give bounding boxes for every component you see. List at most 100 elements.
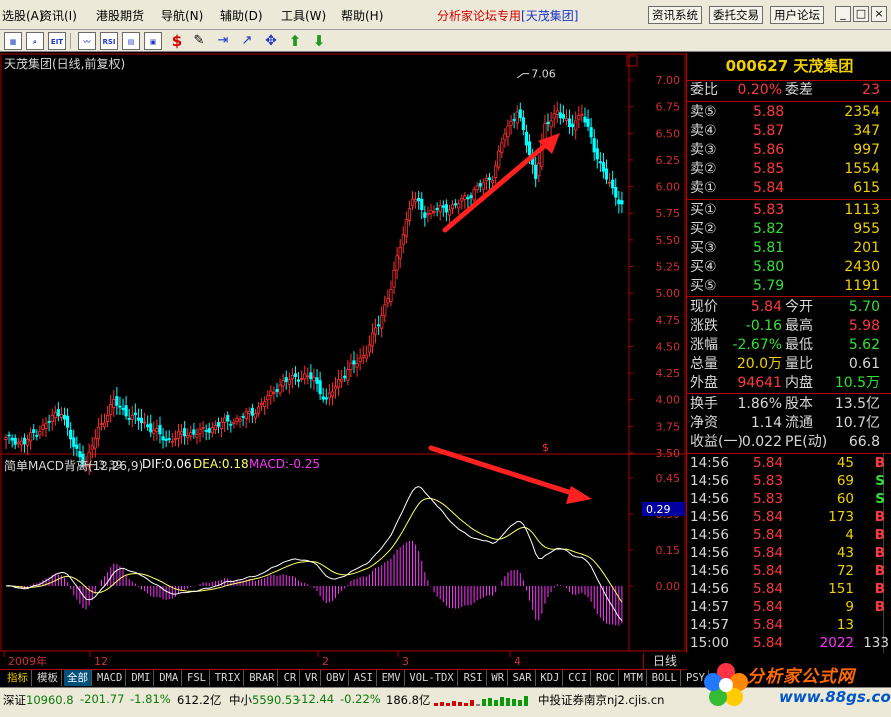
tab-vol-tdx[interactable]: VOL-TDX xyxy=(406,670,458,686)
tab-sar[interactable]: SAR xyxy=(510,670,536,686)
candle-body xyxy=(164,438,168,441)
fundamental-label: 换手 xyxy=(690,396,718,412)
candle-body xyxy=(509,120,513,126)
tab-trix[interactable]: TRIX xyxy=(212,670,245,686)
candle-body xyxy=(213,425,218,431)
candle-body xyxy=(155,427,159,432)
stat-value: 5.62 xyxy=(848,337,880,353)
tab-cci[interactable]: CCI xyxy=(565,670,592,686)
candle-body xyxy=(546,121,550,125)
bid-volume: 2430 xyxy=(844,259,880,275)
tab-dmi[interactable]: DMI xyxy=(128,670,155,686)
candle-body xyxy=(420,198,424,211)
candle-body xyxy=(441,205,445,208)
trade-button[interactable]: 委托交易 xyxy=(709,6,763,24)
candle-body xyxy=(59,414,64,418)
candle-body xyxy=(429,209,433,215)
minimize-button[interactable]: _ xyxy=(835,6,851,22)
menu-navigate[interactable]: 导航(N) xyxy=(161,7,203,24)
window-icon[interactable]: ▣ xyxy=(144,32,162,50)
tab-boll[interactable]: BOLL xyxy=(649,670,681,686)
kline-chart[interactable]: 7.00 6.75 6.50 6.25 6.00 5.75 5.50 5.25 5.00 4.75… xyxy=(0,53,686,669)
chart-icon[interactable]: ▦ xyxy=(4,32,22,50)
ask-row: 卖④ 5.87 347 xyxy=(687,122,891,141)
zoom-icon[interactable]: ⌕ xyxy=(26,32,44,50)
tab-全部[interactable]: 全部 xyxy=(64,670,92,686)
tab-vr[interactable]: VR xyxy=(302,670,322,686)
candle-body xyxy=(340,378,344,382)
tick-list[interactable]: 14:56 5.84 45 B 14:56 5.83 69 S 14:56 5.83 60 S 14:5… xyxy=(686,453,891,653)
breadth-bar xyxy=(494,700,498,706)
candle-body xyxy=(247,410,251,414)
menu-news[interactable]: 资讯(I) xyxy=(40,7,77,24)
macd-axis-label: 0.45 xyxy=(656,472,681,485)
menu-tools[interactable]: 工具(W) xyxy=(281,7,326,24)
menu-help[interactable]: 帮助(H) xyxy=(341,7,383,24)
move-icon[interactable]: ✥ xyxy=(262,32,280,50)
menu-hk-futures[interactable]: 港股期货 xyxy=(96,7,144,24)
tab-brar[interactable]: BRAR xyxy=(246,670,279,686)
close-button[interactable]: × xyxy=(871,6,887,22)
macd-axis-label: 0.00 xyxy=(656,580,681,593)
trend-arrow-up xyxy=(442,140,551,233)
fundamental-label: PE(动) xyxy=(785,434,828,450)
tab-asi[interactable]: ASI xyxy=(351,670,377,686)
candle-body xyxy=(229,423,233,426)
candle-body xyxy=(595,148,599,160)
import-icon[interactable]: ⇥ xyxy=(214,32,232,50)
tab-macd[interactable]: MACD xyxy=(94,670,127,686)
price-axis-label: 6.50 xyxy=(656,127,681,140)
user-forum-button[interactable]: 用户论坛 xyxy=(770,6,824,24)
tab-dma[interactable]: DMA xyxy=(156,670,183,686)
menu-assist[interactable]: 辅助(D) xyxy=(220,7,263,24)
day-period-button[interactable]: 日线 xyxy=(643,653,686,669)
tool-icon[interactable]: ✎ xyxy=(190,32,208,50)
bid-row: 买① 5.83 1113 xyxy=(687,201,891,220)
candle-body xyxy=(475,185,479,191)
chart-area[interactable]: 7.00 6.75 6.50 6.25 6.00 5.75 5.50 5.25 5.00 4.75… xyxy=(0,53,686,668)
tab-kdj[interactable]: KDJ xyxy=(537,670,564,686)
candle-body xyxy=(487,177,492,181)
tab-fsl[interactable]: FSL xyxy=(184,670,210,686)
arrow-up-icon[interactable]: ⬆ xyxy=(286,32,304,50)
dollar-icon[interactable]: $ xyxy=(168,32,186,50)
tab-模板[interactable]: 模板 xyxy=(34,670,62,686)
stat-label: 总量 xyxy=(690,356,718,372)
eit-icon[interactable]: EIT xyxy=(48,32,66,50)
candle-body xyxy=(574,120,578,131)
tab-roc[interactable]: ROC xyxy=(593,670,619,686)
ask-volume: 615 xyxy=(853,180,880,196)
tab-obv[interactable]: OBV xyxy=(323,670,349,686)
candle-body xyxy=(189,432,193,437)
candle-body xyxy=(56,409,60,417)
tick-price: 5.83 xyxy=(753,473,784,489)
tab-wr[interactable]: WR xyxy=(488,670,509,686)
tick-direction: B xyxy=(874,509,885,525)
candle-body xyxy=(367,344,371,353)
news-system-button[interactable]: 资讯系统 xyxy=(648,6,702,24)
candle-body xyxy=(404,219,408,237)
tab-emv[interactable]: EMV xyxy=(379,670,405,686)
maximize-button[interactable]: □ xyxy=(853,6,869,22)
ask-price: 5.87 xyxy=(753,123,785,139)
candle-body xyxy=(204,430,208,432)
tick-volume: 60 xyxy=(836,491,854,507)
tab-mtm[interactable]: MTM xyxy=(621,670,647,686)
grid-icon[interactable]: ▤ xyxy=(122,32,140,50)
candle-body xyxy=(281,380,285,387)
stat-value: 94641 xyxy=(737,375,782,391)
wave-icon[interactable]: 〰 xyxy=(78,32,96,50)
arrow-down-icon[interactable]: ⬇ xyxy=(310,32,328,50)
menu-select-stock[interactable]: 选股(A) xyxy=(2,7,44,24)
candle-body xyxy=(62,414,67,420)
candle-body xyxy=(106,415,110,422)
candle-body xyxy=(518,109,522,119)
candle-body xyxy=(78,451,82,458)
line-icon[interactable]: ↗ xyxy=(238,32,256,50)
rsi-icon[interactable]: RSI xyxy=(100,32,118,50)
tab-指标[interactable]: 指标 xyxy=(4,670,32,686)
tab-cr[interactable]: CR xyxy=(281,670,301,686)
tab-rsi[interactable]: RSI xyxy=(461,670,487,686)
ask-volume: 997 xyxy=(853,142,880,158)
tick-time: 14:56 xyxy=(690,491,729,507)
